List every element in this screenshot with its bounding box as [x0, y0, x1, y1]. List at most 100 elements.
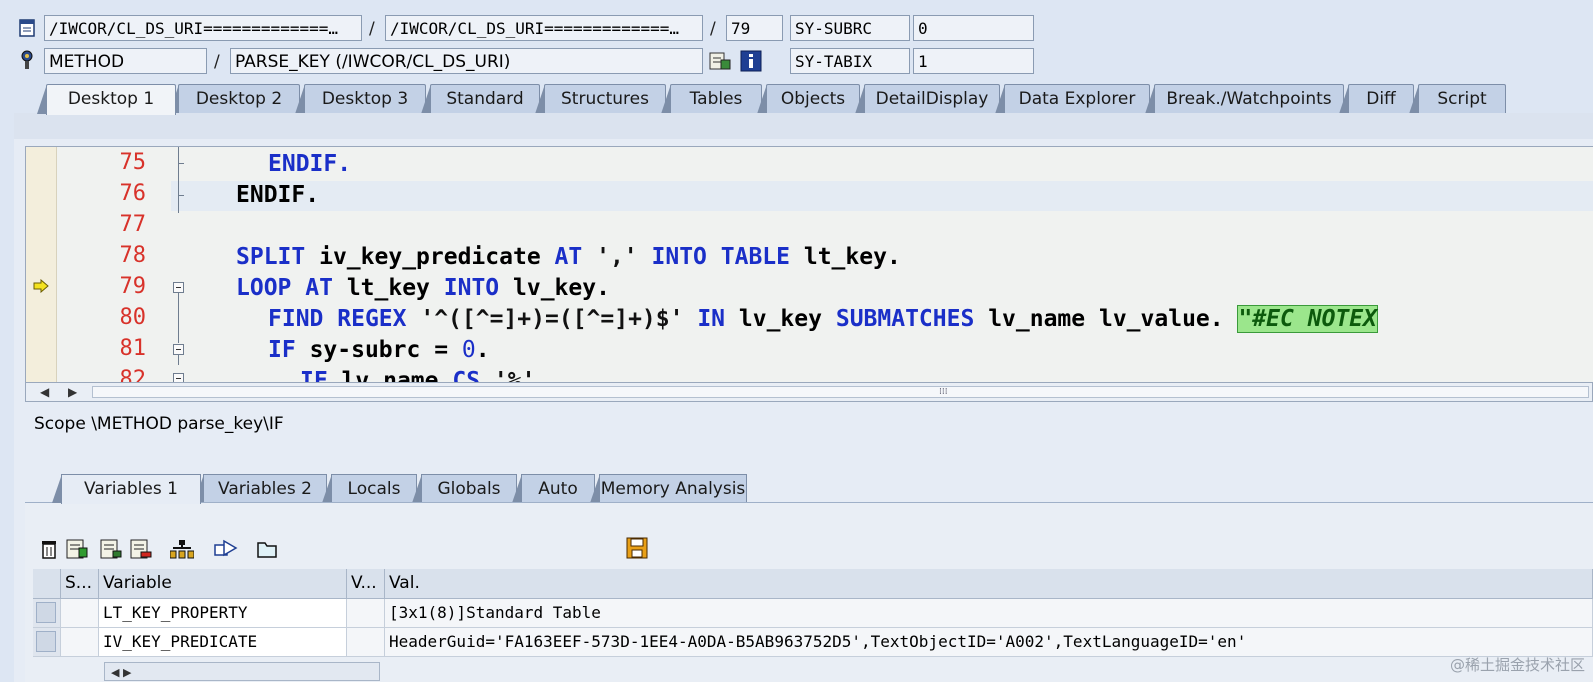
fold-toggle-81[interactable] — [173, 344, 184, 355]
code-identifier: lt_key — [346, 275, 430, 301]
source-code-editor[interactable]: 75 76 77 78 79 80 81 82 ENDIF. ENDIF. SP… — [25, 146, 1593, 384]
tab-memory-analysis[interactable]: Memory Analysis — [590, 474, 747, 503]
code-keyword: FIND — [268, 306, 324, 332]
row-selector[interactable] — [33, 599, 61, 628]
method-icon — [18, 49, 36, 71]
line-number-field[interactable]: 79 — [726, 15, 783, 41]
fold-toggle-79[interactable] — [173, 282, 184, 293]
code-keyword: SPLIT — [236, 244, 306, 270]
source-display-icon[interactable] — [708, 50, 732, 72]
event-type-field[interactable]: METHOD — [44, 48, 207, 74]
save-icon[interactable] — [624, 536, 650, 560]
code-identifier: lv_name — [988, 306, 1086, 332]
code-identifier: sy-subrc — [309, 337, 421, 363]
code-keyword: SUBMATCHES — [835, 306, 975, 332]
code-string: '^([^=]+)=([^=]+)$' — [420, 306, 684, 332]
append-row-icon[interactable] — [98, 537, 124, 561]
remove-row-icon[interactable] — [128, 537, 154, 561]
column-select[interactable] — [33, 569, 61, 599]
code-keyword: LOOP — [236, 275, 292, 301]
tab-locals[interactable]: Locals — [322, 474, 417, 503]
code-line-78[interactable]: SPLIT iv_key_predicate AT ',' INTO TABLE… — [236, 244, 901, 270]
line-number: 79 — [119, 274, 147, 299]
folder-icon[interactable] — [254, 537, 280, 561]
tab-structures[interactable]: Structures — [535, 84, 666, 114]
code-keyword: INTO — [443, 275, 500, 301]
scroll-grip-icon[interactable]: ⁞⁞⁞ — [939, 387, 948, 397]
table-row-variable[interactable]: IV_KEY_PREDICATE — [99, 628, 347, 657]
tab-desktop-2[interactable]: Desktop 2 — [169, 84, 300, 114]
sysvar-name-field-1[interactable]: SY-SUBRC — [790, 15, 910, 41]
code-line-79[interactable]: LOOP AT lt_key INTO lv_key. — [236, 275, 610, 301]
row-selector[interactable] — [33, 628, 61, 657]
tab-variables-1[interactable]: Variables 1 — [52, 474, 201, 504]
program-icon — [18, 18, 36, 38]
info-icon[interactable] — [739, 49, 763, 73]
column-variable[interactable]: Variable — [99, 569, 347, 599]
sysvar-name-field-2[interactable]: SY-TABIX — [790, 48, 910, 74]
column-v[interactable]: V... — [347, 569, 385, 599]
table-row-variable[interactable]: LT_KEY_PROPERTY — [99, 599, 347, 628]
tab-auto[interactable]: Auto — [512, 474, 595, 503]
code-keyword: REGEX — [337, 306, 407, 332]
block-guide-1 — [178, 147, 179, 213]
scroll-track[interactable] — [92, 386, 1589, 398]
delete-icon[interactable] — [38, 537, 60, 561]
tab-diff[interactable]: Diff — [1339, 84, 1414, 114]
desktop-toolbar-strip — [14, 113, 1593, 139]
tab-script[interactable]: Script — [1409, 84, 1506, 114]
block-guide-tick-2 — [178, 195, 184, 196]
table-row-value[interactable]: HeaderGuid='FA163EEF-573D-1EE4-A0DA-B5AB… — [385, 628, 1593, 657]
tab-desktop-3[interactable]: Desktop 3 — [295, 84, 426, 114]
transfer-icon[interactable] — [212, 537, 240, 561]
code-token: . — [1209, 306, 1224, 332]
grid-scroll-arrows[interactable]: ◀ ▶ — [104, 662, 380, 681]
event-name-field[interactable]: PARSE_KEY (/IWCOR/CL_DS_URI) — [230, 48, 703, 74]
tab-data-explorer[interactable]: Data Explorer — [995, 84, 1150, 114]
tab-breakpoints[interactable]: Break./Watchpoints — [1145, 84, 1344, 114]
current-line-highlight — [171, 181, 1593, 211]
line-number: 76 — [119, 181, 147, 206]
insert-row-icon[interactable] — [64, 537, 90, 561]
code-line-80[interactable]: FIND REGEX '^([^=]+)=([^=]+)$' IN lv_key… — [268, 305, 1378, 333]
column-val[interactable]: Val. — [385, 569, 1593, 599]
code-keyword: INTO — [651, 244, 707, 270]
tab-objects[interactable]: Objects — [757, 84, 860, 114]
column-s[interactable]: S... — [61, 569, 99, 599]
breakpoint-gutter[interactable] — [26, 147, 57, 383]
scroll-left-icon[interactable]: ◀ — [40, 385, 49, 399]
table-row-value[interactable]: [3x1(8)]Standard Table — [385, 599, 1593, 628]
sysvar-value-field-2[interactable]: 1 — [913, 48, 1034, 74]
code-keyword: AT — [554, 244, 583, 270]
sysvar-value-field-1[interactable]: 0 — [913, 15, 1034, 41]
block-guide-2 — [178, 293, 179, 343]
table-row-status — [61, 628, 99, 657]
code-line-75[interactable]: ENDIF. — [268, 151, 351, 177]
code-line-81[interactable]: IF sy-subrc = 0. — [268, 337, 490, 363]
code-line-76[interactable]: ENDIF. — [236, 182, 319, 208]
hierarchy-icon[interactable] — [168, 537, 196, 561]
editor-horizontal-scrollbar[interactable]: ◀ ▶ ⁞⁞⁞ — [25, 382, 1593, 402]
program-field[interactable]: /IWCOR/CL_DS_URI=============… — [44, 15, 362, 41]
tab-desktop-1[interactable]: Desktop 1 — [37, 84, 176, 115]
tab-detaildisplay[interactable]: DetailDisplay — [855, 84, 1000, 114]
tab-standard[interactable]: Standard — [421, 84, 540, 114]
code-keyword: IF — [268, 337, 296, 363]
scroll-right-icon[interactable]: ▶ — [68, 385, 77, 399]
tab-tables[interactable]: Tables — [661, 84, 762, 114]
tab-globals[interactable]: Globals — [412, 474, 517, 503]
code-identifier: lv_value — [1098, 306, 1210, 332]
tab-variables-2[interactable]: Variables 2 — [194, 474, 327, 503]
include-field[interactable]: /IWCOR/CL_DS_URI=============… — [385, 15, 703, 41]
